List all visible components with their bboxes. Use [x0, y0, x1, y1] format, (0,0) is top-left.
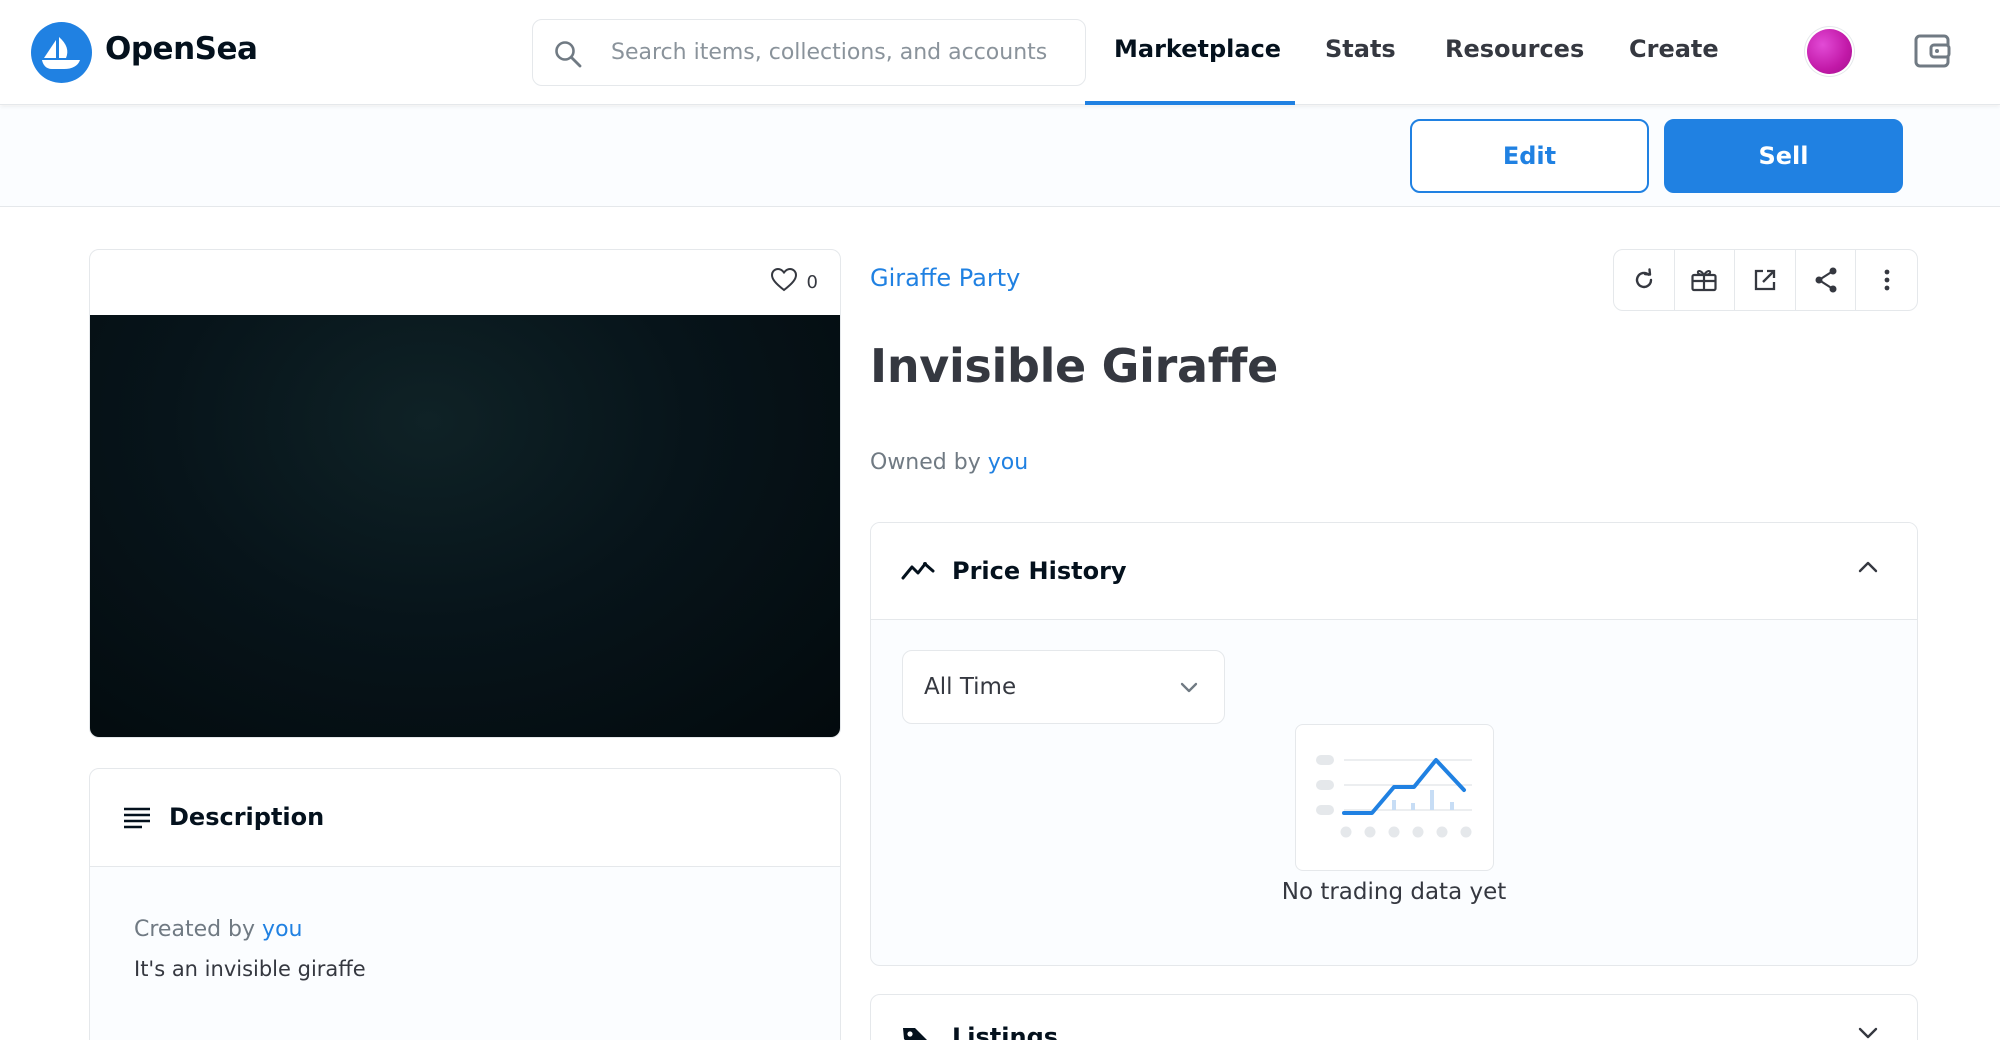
- item-image[interactable]: [90, 315, 840, 737]
- opensea-logo-icon[interactable]: [31, 22, 92, 83]
- nav-create[interactable]: Create: [1629, 35, 1719, 63]
- favorite-count: 0: [806, 272, 818, 293]
- item-title: Invisible Giraffe: [870, 339, 1279, 393]
- more-vertical-icon[interactable]: [1856, 250, 1917, 310]
- price-history-title: Price History: [952, 557, 1127, 585]
- nav-stats[interactable]: Stats: [1325, 35, 1396, 63]
- search-placeholder: Search items, collections, and accounts: [611, 40, 1048, 65]
- brand-name[interactable]: OpenSea: [105, 31, 258, 67]
- nav-marketplace[interactable]: Marketplace: [1114, 35, 1281, 63]
- heart-icon: [770, 267, 797, 297]
- search-input[interactable]: Search items, collections, and accounts: [532, 19, 1086, 86]
- price-history-header[interactable]: Price History: [871, 523, 1917, 620]
- empty-chart-illustration: [1295, 724, 1494, 871]
- active-nav-indicator: [1085, 101, 1295, 105]
- sell-button[interactable]: Sell: [1664, 119, 1903, 193]
- top-navigation-bar: OpenSea Search items, collections, and a…: [0, 0, 2000, 105]
- chevron-up-icon[interactable]: [1857, 559, 1879, 578]
- collection-link[interactable]: Giraffe Party: [870, 264, 1020, 292]
- description-body: Created by you It's an invisible giraffe: [90, 867, 840, 1040]
- description-header[interactable]: Description: [90, 769, 840, 867]
- refresh-icon[interactable]: [1614, 250, 1675, 310]
- edit-button[interactable]: Edit: [1410, 119, 1649, 193]
- price-history-panel: Price History All Time No trading data y…: [870, 522, 1918, 966]
- item-action-toolbar: [1613, 249, 1918, 311]
- trend-line-icon: [901, 559, 935, 585]
- nav-resources[interactable]: Resources: [1445, 35, 1584, 63]
- description-text: It's an invisible giraffe: [134, 957, 366, 981]
- gift-icon[interactable]: [1675, 250, 1736, 310]
- owner-link[interactable]: you: [988, 450, 1028, 475]
- profile-avatar[interactable]: [1807, 29, 1852, 74]
- share-icon[interactable]: [1796, 250, 1857, 310]
- lines-icon: [124, 807, 150, 833]
- owned-by: Owned by you: [870, 450, 1028, 475]
- tag-icon: [901, 1025, 931, 1040]
- item-media-card: 0: [89, 249, 841, 738]
- no-trading-data-text: No trading data yet: [1281, 879, 1507, 905]
- period-select[interactable]: All Time: [902, 650, 1225, 724]
- description-panel: Description Created by you It's an invis…: [89, 768, 841, 1040]
- created-by-label: Created by: [134, 917, 256, 942]
- favorite-button[interactable]: 0: [770, 267, 818, 297]
- created-by: Created by you: [134, 917, 302, 942]
- wallet-icon[interactable]: [1914, 33, 1952, 73]
- chevron-down-icon: [1179, 677, 1199, 701]
- owned-by-label: Owned by: [870, 450, 981, 475]
- chevron-down-icon[interactable]: [1857, 1025, 1879, 1040]
- listings-panel[interactable]: Listings: [870, 994, 1918, 1040]
- creator-link[interactable]: you: [262, 917, 302, 942]
- search-icon: [553, 39, 583, 73]
- period-select-value: All Time: [924, 674, 1017, 700]
- owner-action-bar: Edit Sell: [0, 106, 2000, 207]
- description-title: Description: [169, 803, 325, 831]
- external-link-icon[interactable]: [1735, 250, 1796, 310]
- listings-title: Listings: [952, 1023, 1059, 1040]
